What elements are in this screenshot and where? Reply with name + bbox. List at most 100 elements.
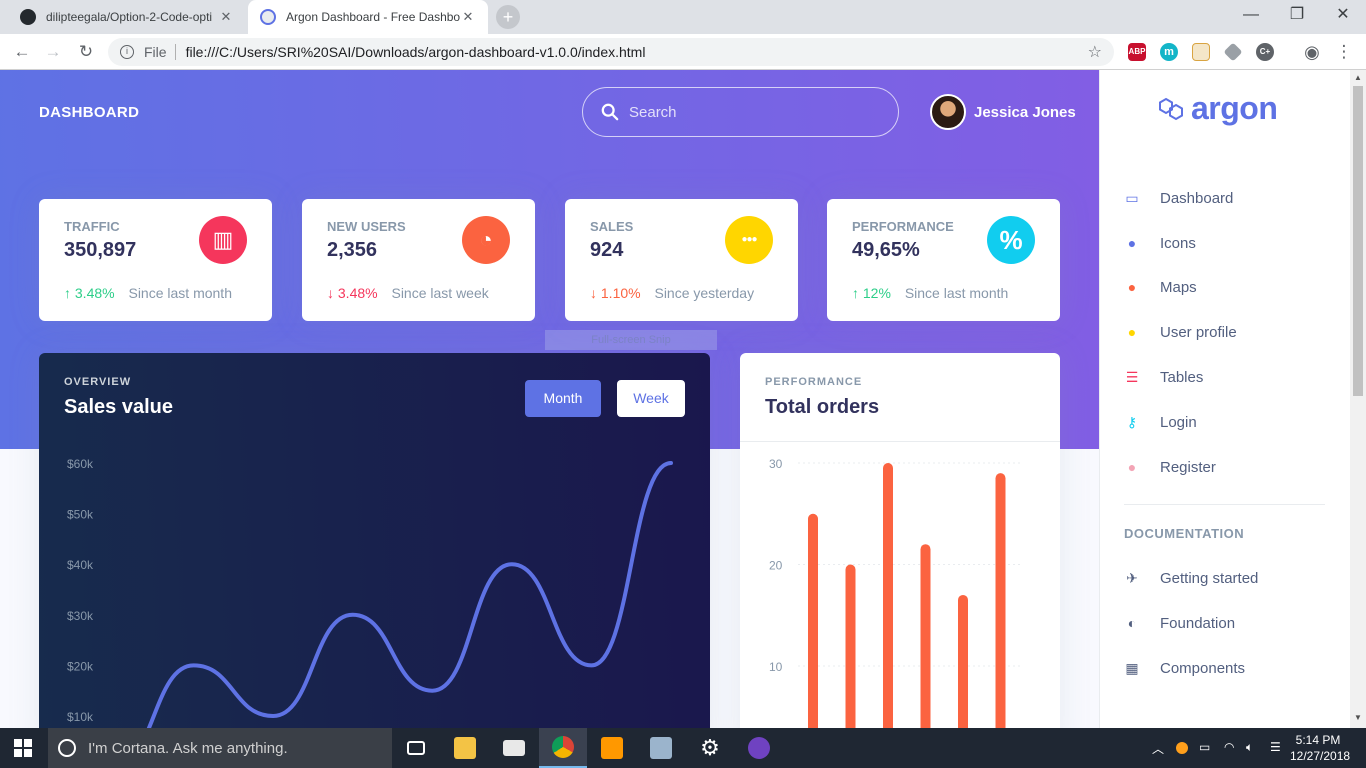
taskbar-chrome[interactable] bbox=[539, 728, 587, 768]
cortana-search-box[interactable]: I'm Cortana. Ask me anything. bbox=[48, 728, 392, 768]
wifi-icon[interactable]: ◠ bbox=[1224, 740, 1234, 754]
page-scrollbar[interactable]: ▲ ▼ bbox=[1350, 70, 1366, 728]
y-tick-label: $20k bbox=[67, 659, 94, 673]
chrome-icon bbox=[552, 736, 574, 758]
profile-icon[interactable]: ◉ bbox=[1301, 41, 1323, 63]
reload-button[interactable]: ↻ bbox=[75, 41, 97, 63]
task-view-icon bbox=[407, 741, 425, 755]
close-icon[interactable]: ✕ bbox=[218, 9, 234, 25]
y-tick-label: 10 bbox=[769, 660, 783, 674]
taskbar-file-explorer[interactable] bbox=[441, 728, 489, 768]
notifications-icon[interactable]: ☰ bbox=[1270, 740, 1281, 754]
adblock-extension-icon[interactable]: ABP bbox=[1128, 43, 1146, 61]
taskbar-photos[interactable] bbox=[637, 728, 685, 768]
bookmark-star-icon[interactable]: ☆ bbox=[1088, 42, 1102, 62]
window-close-button[interactable]: ✕ bbox=[1320, 0, 1366, 34]
user-name[interactable]: Jessica Jones bbox=[974, 104, 1076, 121]
stat-since: Since yesterday bbox=[654, 285, 755, 301]
chart-bar-icon: ▥ bbox=[199, 216, 247, 264]
sidebar-item-label: Getting started bbox=[1160, 569, 1259, 587]
stat-value: 49,65% bbox=[852, 239, 920, 261]
system-clock[interactable]: 5:14 PM 12/27/2018 bbox=[1290, 732, 1351, 764]
restore-button[interactable]: ❐ bbox=[1274, 0, 1320, 34]
stat-label: PERFORMANCE bbox=[852, 219, 954, 234]
card-eyebrow: PERFORMANCE bbox=[765, 376, 863, 388]
taskbar-mail[interactable] bbox=[490, 728, 538, 768]
clock-date: 12/27/2018 bbox=[1290, 749, 1351, 763]
sidebar-item-label: Components bbox=[1160, 659, 1246, 677]
menu-icon[interactable]: ⋮ bbox=[1333, 41, 1355, 63]
tray-app-icon[interactable] bbox=[1176, 742, 1188, 754]
sidebar-item-user-profile[interactable]: ● User profile bbox=[1124, 320, 1334, 344]
user-icon: ● bbox=[1127, 324, 1137, 340]
tab-github[interactable]: dilipteegala/Option-2-Code-opti ✕ bbox=[8, 0, 246, 34]
sidebar-item-label: Dashboard bbox=[1160, 189, 1234, 207]
sidebar-item-register[interactable]: ● Register bbox=[1124, 455, 1334, 479]
url-text[interactable]: file:///C:/Users/SRI%20SAI/Downloads/arg… bbox=[186, 44, 646, 60]
search-box[interactable] bbox=[582, 87, 899, 137]
sidebar-item-tables[interactable]: ☰ Tables bbox=[1124, 365, 1334, 389]
new-tab-button[interactable]: + bbox=[496, 5, 520, 29]
sidebar-item-icons[interactable]: ● Icons bbox=[1124, 231, 1334, 255]
brand-logo[interactable]: argon bbox=[1157, 90, 1278, 127]
stat-value: 924 bbox=[590, 239, 624, 261]
palette-icon: ◐ bbox=[1127, 615, 1137, 631]
info-icon[interactable]: i bbox=[120, 45, 134, 59]
github-icon bbox=[20, 9, 36, 25]
sidebar-item-getting-started[interactable]: ✈ Getting started bbox=[1124, 566, 1334, 590]
scroll-up-arrow-icon[interactable]: ▲ bbox=[1354, 73, 1362, 82]
stat-since: Since last month bbox=[128, 285, 232, 301]
stat-footer: ↑ 3.48% Since last month bbox=[64, 285, 232, 301]
taskbar-sublime[interactable] bbox=[588, 728, 636, 768]
layers-extension-icon[interactable] bbox=[1223, 42, 1243, 62]
notes-extension-icon[interactable] bbox=[1192, 43, 1210, 61]
taskbar-settings[interactable]: ⚙ bbox=[686, 728, 734, 768]
chart-pie-icon: ◔ bbox=[462, 216, 510, 264]
forward-button[interactable]: → bbox=[42, 41, 64, 63]
page-title[interactable]: DASHBOARD bbox=[39, 104, 139, 121]
stat-footer: ↓ 1.10% Since yesterday bbox=[590, 285, 754, 301]
scrollbar-thumb[interactable] bbox=[1353, 86, 1363, 396]
user-menu[interactable]: Jessica Jones bbox=[930, 94, 1076, 130]
avatar[interactable] bbox=[930, 94, 966, 130]
sidebar-item-components[interactable]: ▦ Components bbox=[1124, 656, 1334, 680]
cplus-extension-icon[interactable]: C+ bbox=[1256, 43, 1274, 61]
snip-overlay-label[interactable]: Full-screen Snip bbox=[545, 330, 717, 350]
minimize-button[interactable]: — bbox=[1228, 0, 1274, 34]
sales-line-chart: $60k $50k $40k $30k $20k $10k bbox=[67, 457, 673, 728]
back-button[interactable]: ← bbox=[11, 41, 33, 63]
windows-start-icon[interactable] bbox=[14, 739, 32, 757]
stat-delta: 1.10% bbox=[600, 285, 641, 301]
y-tick-label: $10k bbox=[67, 710, 94, 724]
total-orders-card: PERFORMANCE Total orders 30 20 10 bbox=[740, 353, 1060, 728]
key-icon: ⚷ bbox=[1126, 413, 1138, 430]
sidebar-item-label: Maps bbox=[1160, 278, 1197, 296]
users-icon: ●●● bbox=[725, 216, 773, 264]
week-toggle-button[interactable]: Week bbox=[617, 380, 685, 417]
close-icon[interactable]: ✕ bbox=[460, 9, 476, 25]
taskbar-github-desktop[interactable] bbox=[735, 728, 783, 768]
tray-chevron-icon[interactable]: ︿ bbox=[1152, 740, 1164, 757]
month-toggle-button[interactable]: Month bbox=[525, 380, 601, 417]
scroll-down-arrow-icon[interactable]: ▼ bbox=[1354, 713, 1362, 722]
task-view-button[interactable] bbox=[392, 728, 440, 768]
sidebar-divider bbox=[1124, 504, 1325, 505]
card-eyebrow: OVERVIEW bbox=[64, 376, 132, 388]
sidebar-item-login[interactable]: ⚷ Login bbox=[1124, 410, 1334, 434]
planet-icon: ● bbox=[1127, 235, 1137, 251]
volume-icon[interactable]: 🔈︎ bbox=[1246, 740, 1253, 755]
sidebar-item-dashboard[interactable]: ▭ Dashboard bbox=[1124, 186, 1334, 210]
address-bar[interactable]: i File file:///C:/Users/SRI%20SAI/Downlo… bbox=[108, 38, 1114, 66]
arrow-down-icon: ↓ 1.10% bbox=[590, 285, 641, 301]
windows-taskbar: I'm Cortana. Ask me anything. ⚙ ︿ ▭ ◠ 🔈︎… bbox=[0, 728, 1366, 768]
battery-icon[interactable]: ▭ bbox=[1199, 740, 1210, 754]
tab-argon[interactable]: Argon Dashboard - Free Dashbo ✕ bbox=[248, 0, 488, 34]
sidebar-item-maps[interactable]: ● Maps bbox=[1124, 275, 1334, 299]
search-input[interactable] bbox=[629, 103, 869, 121]
argon-logo-icon bbox=[1159, 97, 1183, 120]
sidebar-item-label: Icons bbox=[1160, 234, 1196, 252]
sidebar-item-foundation[interactable]: ◐ Foundation bbox=[1124, 611, 1334, 635]
m-extension-icon[interactable]: m bbox=[1160, 43, 1178, 61]
tab-title: dilipteegala/Option-2-Code-opti bbox=[46, 10, 213, 24]
sales-value-card: OVERVIEW Sales value Month Week $60k $50k… bbox=[39, 353, 710, 728]
